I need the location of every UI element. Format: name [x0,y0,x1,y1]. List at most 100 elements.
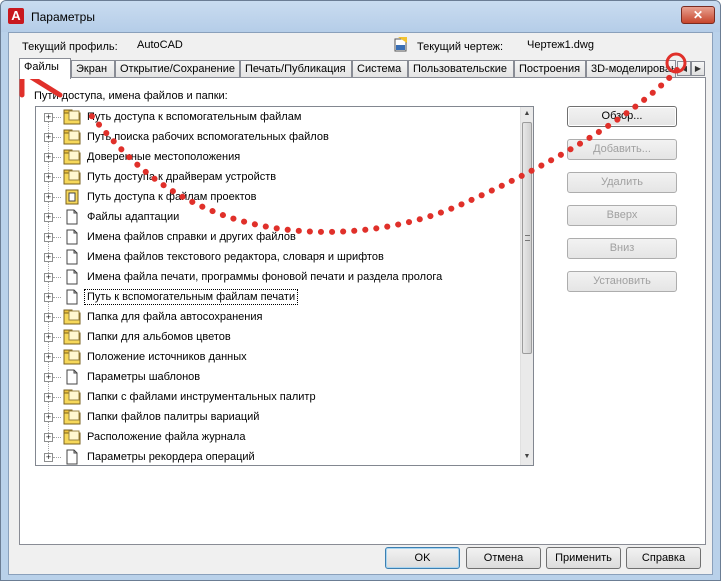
expand-icon[interactable]: + [44,213,53,222]
expand-icon[interactable]: + [44,313,53,322]
expand-icon[interactable]: + [44,153,53,162]
tree-item-label: Имена файла печати, программы фоновой пе… [87,271,443,283]
remove-button[interactable]: Удалить [567,172,677,193]
project-icon [63,189,81,205]
tree-item[interactable]: + Путь доступа к файлам проектов [36,187,521,207]
tree-item[interactable]: + Доверенные местоположения [36,147,521,167]
tree-item[interactable]: + Имена файла печати, программы фоновой п… [36,267,521,287]
tree-item-label: Путь поиска рабочих вспомогательных файл… [87,131,329,143]
folder-icon [63,309,81,325]
tree-connector-line [53,377,61,378]
tree-item[interactable]: + Папка для файла автосохранения [36,307,521,327]
scroll-thumb[interactable] [522,122,532,354]
expand-icon[interactable]: + [44,113,53,122]
expand-icon[interactable]: + [44,293,53,302]
expand-icon[interactable]: + [44,393,53,402]
tree-item[interactable]: + Параметры шаблонов [36,367,521,387]
expand-icon[interactable]: + [44,413,53,422]
expand-icon[interactable]: + [44,253,53,262]
tab-drafting[interactable]: Построения [514,60,586,77]
tree-item[interactable]: + Расположение файла журнала [36,427,521,447]
window-title: Параметры [31,10,95,24]
current-drawing-label: Текущий чертеж: [417,41,504,53]
tree-item[interactable]: + Путь поиска рабочих вспомогательных фай… [36,127,521,147]
tree-item[interactable]: + Путь доступа к драйверам устройств [36,167,521,187]
expand-icon[interactable]: + [44,453,53,462]
tree-item-label: Папки с файлами инструментальных палитр [87,391,316,403]
folder-icon [63,409,81,425]
scroll-down-button[interactable]: ▼ [521,450,533,464]
tree-item-label: Параметры шаблонов [87,371,201,383]
scroll-grip [525,235,530,241]
ok-button[interactable]: OK [385,547,460,569]
tab-open-save[interactable]: Открытие/Сохранение [115,60,240,77]
tree-connector-line [53,117,61,118]
tab-display[interactable]: Экран [71,60,115,77]
tree-item-label: Папки файлов палитры вариаций [87,411,260,423]
tree-connector-line [53,257,61,258]
tree-item[interactable]: + Параметры рекордера операций [36,447,521,465]
cancel-button[interactable]: Отмена [466,547,541,569]
apply-button[interactable]: Применить [546,547,621,569]
move-down-button[interactable]: Вниз [567,238,677,259]
folder-icon [63,329,81,345]
tab-files[interactable]: Файлы [19,58,71,79]
tree-item-label: Путь доступа к драйверам устройств [87,171,277,183]
tree-connector-line [53,357,61,358]
tree-item-label: Имена файлов справки и других файлов [87,231,296,243]
tab-system[interactable]: Система [352,60,408,77]
tree-item[interactable]: + Файлы адаптации [36,207,521,227]
browse-button[interactable]: Обзор... [567,106,677,127]
file-icon [63,249,81,265]
tab-user-preferences[interactable]: Пользовательские [408,60,514,77]
tree-item-label: Имена файлов текстового редактора, слова… [87,251,384,263]
expand-icon[interactable]: + [44,333,53,342]
add-button[interactable]: Добавить... [567,139,677,160]
tab-scroll-right-button[interactable]: ▶ [691,61,705,76]
expand-icon[interactable]: + [44,373,53,382]
tree-connector-line [53,397,61,398]
tree-item-label: Расположение файла журнала [87,431,246,443]
tree-item-label: Положение источников данных [87,351,247,363]
scroll-up-button[interactable]: ▲ [521,107,533,121]
expand-icon[interactable]: + [44,193,53,202]
expand-icon[interactable]: + [44,273,53,282]
tree-item[interactable]: + Папки с файлами инструментальных палитр [36,387,521,407]
tab-3d-modeling[interactable]: 3D-моделирование [586,60,676,77]
tab-plot-publish[interactable]: Печать/Публикация [240,60,352,77]
tree-item-label: Папка для файла автосохранения [87,311,263,323]
tree-item[interactable]: + Папки файлов палитры вариаций [36,407,521,427]
tree-connector-line [53,237,61,238]
file-icon [63,269,81,285]
tree-item[interactable]: + Положение источников данных [36,347,521,367]
tree-item-label: Параметры рекордера операций [87,451,255,463]
tree-item[interactable]: + Имена файлов справки и других файлов [36,227,521,247]
tree-connector-line [53,177,61,178]
title-bar[interactable]: A Параметры ✕ [1,1,720,32]
file-icon [63,229,81,245]
current-profile-label: Текущий профиль: [22,41,118,53]
expand-icon[interactable]: + [44,233,53,242]
tab-scroll-left-button[interactable]: ◀ [677,61,691,76]
expand-icon[interactable]: + [44,433,53,442]
tree-vertical-scrollbar[interactable]: ▲ ▼ [520,107,533,465]
tree-item[interactable]: + Путь доступа к вспомогательным файлам [36,107,521,127]
move-up-button[interactable]: Вверх [567,205,677,226]
files-tab-panel: Пути доступа, имена файлов и папки: ▲ ▼ … [19,77,706,545]
expand-icon[interactable]: + [44,353,53,362]
tree-connector-line [53,417,61,418]
help-button[interactable]: Справка [626,547,701,569]
tree-item[interactable]: + Папки для альбомов цветов [36,327,521,347]
tree-item[interactable]: + Имена файлов текстового редактора, слов… [36,247,521,267]
folder-icon [63,109,81,125]
tree-connector-line [53,457,61,458]
search-paths-tree[interactable]: ▲ ▼ + Путь доступа к вспомогательным файл… [35,106,534,466]
file-icon [63,289,81,305]
set-current-button[interactable]: Установить [567,271,677,292]
close-button[interactable]: ✕ [681,6,715,24]
expand-icon[interactable]: + [44,133,53,142]
expand-icon[interactable]: + [44,173,53,182]
tree-item[interactable]: + Путь к вспомогательным файлам печати [36,287,521,307]
tree-item-label: Путь доступа к файлам проектов [87,191,257,203]
tree-item-label: Папки для альбомов цветов [87,331,231,343]
